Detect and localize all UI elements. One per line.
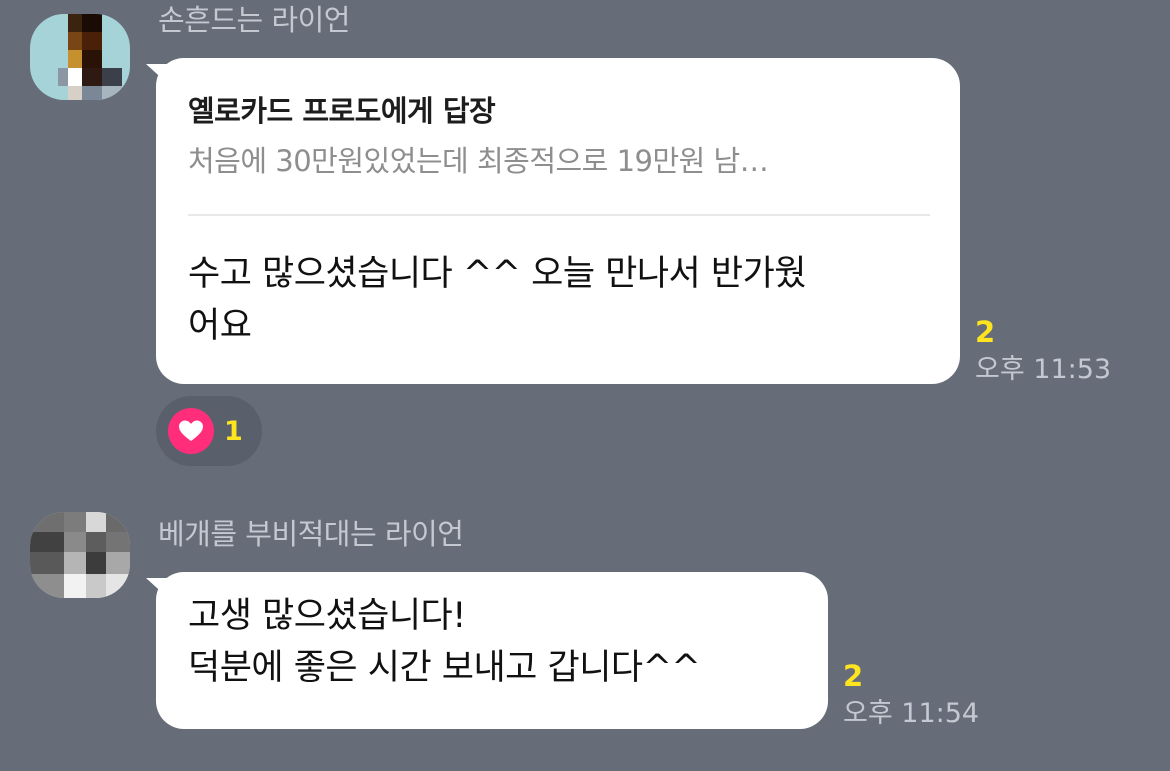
message-line: 고생 많으셨습니다!: [188, 596, 466, 636]
reaction-badge[interactable]: 1: [156, 396, 262, 466]
message-line: 수고 많으셨습니다 ^^ 오늘 만나서 반가웠: [188, 254, 806, 294]
unread-count: 2: [975, 315, 996, 349]
heart-icon: [168, 408, 214, 454]
sender-name: 베개를 부비적대는 라이언: [158, 517, 464, 551]
message-line: 어요: [188, 306, 252, 346]
message-time: 오후 11:54: [843, 698, 980, 729]
message-bubble[interactable]: 옐로카드 프로도에게 답장 처음에 30만원있었는데 최종적으로 19만원 남……: [156, 58, 960, 384]
message-bubble[interactable]: 고생 많으셨습니다! 덕분에 좋은 시간 보내고 갑니다^^: [156, 572, 828, 729]
avatar[interactable]: [30, 512, 130, 598]
reply-preview[interactable]: 처음에 30만원있었는데 최종적으로 19만원 남…: [188, 138, 930, 180]
message-text: 수고 많으셨습니다 ^^ 오늘 만나서 반가웠 어요: [188, 248, 936, 352]
message-text: 고생 많으셨습니다! 덕분에 좋은 시간 보내고 갑니다^^: [188, 590, 818, 694]
unread-count: 2: [843, 659, 864, 693]
sender-name: 손흔드는 라이언: [158, 3, 350, 37]
message-time: 오후 11:53: [975, 354, 1112, 385]
message-line: 덕분에 좋은 시간 보내고 갑니다^^: [188, 648, 701, 688]
avatar[interactable]: [30, 14, 130, 100]
reply-divider: [188, 214, 930, 216]
reaction-count: 1: [224, 415, 243, 447]
reply-title[interactable]: 옐로카드 프로도에게 답장: [188, 88, 496, 130]
